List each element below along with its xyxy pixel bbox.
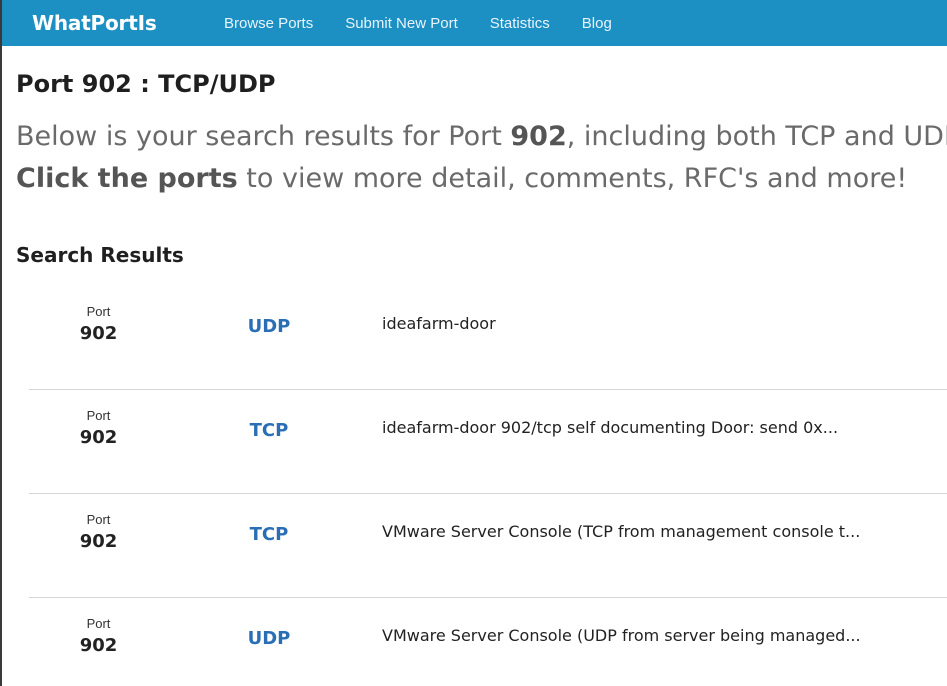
port-number: 902 [79,323,118,344]
nav-statistics[interactable]: Statistics [490,15,550,32]
nav-blog[interactable]: Blog [582,15,612,32]
port-block: Port 902 [61,512,136,552]
port-label: Port [86,304,111,319]
results-list: Port 902 UDP ideafarm-door Port 902 TCP … [29,286,947,686]
port-label: Port [86,512,111,527]
site-logo[interactable]: WhatPortIs [32,11,192,35]
lead-click-the-ports: Click the ports [16,163,238,194]
port-description[interactable]: VMware Server Console (UDP from server b… [382,626,861,645]
lead-line-1: Below is your search results for Port 90… [16,116,947,158]
lead-line-2-text: to view more detail, comments, RFC's and… [237,163,908,194]
port-number: 902 [79,427,118,448]
port-number: 902 [79,531,118,552]
result-row[interactable]: Port 902 UDP ideafarm-door [29,286,947,390]
port-description[interactable]: ideafarm-door 902/tcp self documenting D… [382,418,838,437]
lead-line-1-text: Below is your search results for Port [16,121,511,152]
protocol-link[interactable]: UDP [219,628,319,649]
nav-browse-ports[interactable]: Browse Ports [224,15,313,32]
port-label: Port [86,408,111,423]
lead-port-number: 902 [510,121,567,152]
port-description[interactable]: VMware Server Console (TCP from manageme… [382,522,860,541]
protocol-link[interactable]: UDP [219,316,319,337]
port-block: Port 902 [61,408,136,448]
search-results-heading: Search Results [16,243,184,267]
port-description[interactable]: ideafarm-door [382,314,496,333]
page-frame: WhatPortIs Browse Ports Submit New Port … [0,0,947,686]
result-row[interactable]: Port 902 TCP ideafarm-door 902/tcp self … [29,390,947,494]
port-number: 902 [79,635,118,656]
port-label: Port [86,616,111,631]
port-block: Port 902 [61,616,136,656]
page-title: Port 902 : TCP/UDP [16,70,276,98]
protocol-link[interactable]: TCP [219,524,319,545]
lead-text: Below is your search results for Port 90… [16,116,947,200]
lead-line-1-suffix: , including both TCP and UDP [566,121,947,152]
nav-submit-new-port[interactable]: Submit New Port [345,15,458,32]
result-row[interactable]: Port 902 UDP VMware Server Console (UDP … [29,598,947,686]
protocol-link[interactable]: TCP [219,420,319,441]
lead-line-2: Click the ports to view more detail, com… [16,158,947,200]
top-navbar: WhatPortIs Browse Ports Submit New Port … [2,0,947,46]
port-block: Port 902 [61,304,136,344]
result-row[interactable]: Port 902 TCP VMware Server Console (TCP … [29,494,947,598]
